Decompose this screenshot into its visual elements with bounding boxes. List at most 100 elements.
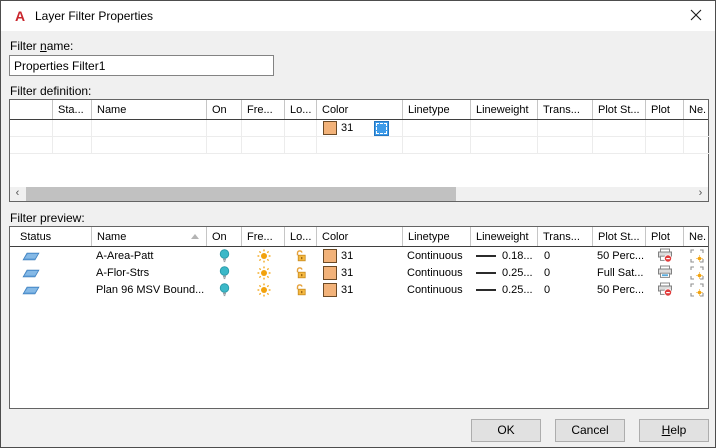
sun-thawed-icon <box>242 264 285 281</box>
preview-col-freeze[interactable]: Fre... <box>242 227 285 246</box>
layer-lineweight-cell: 0.25... <box>471 281 538 298</box>
color-swatch <box>323 248 337 263</box>
scroll-right-arrow-icon[interactable]: › <box>693 187 708 201</box>
focused-cell-indicator[interactable] <box>374 120 389 136</box>
definition-horizontal-scrollbar[interactable]: ‹ › <box>10 187 708 201</box>
definition-col-freeze[interactable]: Fre... <box>242 100 285 119</box>
filter-name-label: Filter name: <box>10 39 74 53</box>
definition-col-selector[interactable] <box>10 100 53 119</box>
definition-col-name[interactable]: Name <box>92 100 207 119</box>
definition-cell[interactable] <box>53 137 92 154</box>
color-value: 31 <box>341 249 354 262</box>
help-button[interactable]: Help <box>639 419 709 442</box>
definition-cell-lineweight[interactable] <box>471 120 538 137</box>
plot-disabled-icon <box>646 247 684 264</box>
filter-name-input[interactable] <box>9 55 274 76</box>
definition-cell-color[interactable]: 31 <box>317 120 403 137</box>
preview-header-row: Status Name On Fre... Lo... Color Linety… <box>10 227 708 247</box>
lock-open-icon <box>285 264 317 281</box>
cancel-button[interactable]: Cancel <box>555 419 625 442</box>
layer-on-cell <box>207 264 242 281</box>
definition-cell-status[interactable] <box>53 120 92 137</box>
new-vp-thawed-icon <box>684 247 710 264</box>
preview-col-lineweight[interactable]: Lineweight <box>471 227 538 246</box>
layer-status-icon <box>22 268 40 278</box>
definition-cell[interactable] <box>593 137 646 154</box>
definition-col-lineweight[interactable]: Lineweight <box>471 100 538 119</box>
lock-open-icon <box>285 281 317 298</box>
preview-col-lock[interactable]: Lo... <box>285 227 317 246</box>
definition-col-lock[interactable]: Lo... <box>285 100 317 119</box>
definition-cell-plot[interactable] <box>646 120 684 137</box>
definition-col-color[interactable]: Color <box>317 100 403 119</box>
definition-col-plotstyle[interactable]: Plot St... <box>593 100 646 119</box>
definition-cell[interactable] <box>242 137 285 154</box>
definition-cell[interactable] <box>684 137 710 154</box>
new-vp-thawed-icon <box>684 281 710 298</box>
lineweight-sample <box>476 254 496 257</box>
definition-row-selector[interactable] <box>10 137 53 154</box>
bulb-on-icon <box>219 282 230 297</box>
layer-name: A-Flor-Strs <box>96 266 150 279</box>
layer-plotstyle: 50 Perc... <box>597 249 645 262</box>
layer-linetype: Continuous <box>407 266 463 279</box>
preview-col-on[interactable]: On <box>207 227 242 246</box>
layer-row[interactable]: Plan 96 MSV Bound... 31 Continuous 0.25.… <box>10 281 708 298</box>
definition-row-selector[interactable] <box>10 120 53 137</box>
layer-filter-properties-dialog: A Layer Filter Properties Filter name: F… <box>0 0 716 448</box>
definition-col-plot[interactable]: Plot <box>646 100 684 119</box>
layer-name: Plan 96 MSV Bound... <box>96 283 205 296</box>
definition-cell[interactable] <box>646 137 684 154</box>
sun-thawed-icon <box>242 247 285 264</box>
preview-col-plotstyle[interactable]: Plot St... <box>593 227 646 246</box>
definition-cell[interactable] <box>92 137 207 154</box>
layer-on-cell <box>207 281 242 298</box>
layer-linetype: Continuous <box>407 249 463 262</box>
preview-col-newvp[interactable]: Ne. <box>684 227 710 246</box>
layer-status-icon <box>22 285 40 295</box>
definition-cell-newvp[interactable] <box>684 120 710 137</box>
definition-cell[interactable] <box>403 137 471 154</box>
definition-cell-freeze[interactable] <box>242 120 285 137</box>
filter-definition-label: Filter definition: <box>10 84 92 98</box>
definition-criteria-row[interactable]: 31 <box>10 120 710 137</box>
close-button[interactable] <box>686 8 706 26</box>
definition-cell[interactable] <box>317 137 403 154</box>
sun-thawed-icon <box>242 281 285 298</box>
definition-cell-linetype[interactable] <box>403 120 471 137</box>
definition-col-transparency[interactable]: Trans... <box>538 100 593 119</box>
definition-col-linetype[interactable]: Linetype <box>403 100 471 119</box>
lineweight-value: 0.25... <box>502 266 533 279</box>
layer-row[interactable]: A-Flor-Strs 31 Continuous 0.25... 0 Full… <box>10 264 708 281</box>
definition-header-row: Sta... Name On Fre... Lo... Color Linety… <box>10 100 708 120</box>
definition-cell-on[interactable] <box>207 120 242 137</box>
layer-row[interactable]: A-Area-Patt 31 Continuous 0.18... 0 50 P… <box>10 247 708 264</box>
layer-transparency: 0 <box>544 283 551 296</box>
ok-button[interactable]: OK <box>471 419 541 442</box>
plot-enabled-icon <box>646 264 684 281</box>
help-label: elp <box>670 423 687 437</box>
definition-cell[interactable] <box>471 137 538 154</box>
scroll-left-arrow-icon[interactable]: ‹ <box>10 187 25 201</box>
preview-col-status[interactable]: Status <box>10 227 92 246</box>
definition-col-on[interactable]: On <box>207 100 242 119</box>
color-swatch <box>323 282 337 297</box>
layer-status-cell <box>10 281 92 298</box>
definition-empty-row[interactable] <box>10 137 710 154</box>
definition-col-status[interactable]: Sta... <box>53 100 92 119</box>
definition-cell-plotstyle[interactable] <box>593 120 646 137</box>
preview-col-linetype[interactable]: Linetype <box>403 227 471 246</box>
preview-col-name[interactable]: Name <box>92 227 207 246</box>
definition-cell[interactable] <box>285 137 317 154</box>
definition-cell[interactable] <box>538 137 593 154</box>
scrollbar-thumb[interactable] <box>26 187 456 201</box>
definition-cell-lock[interactable] <box>285 120 317 137</box>
preview-col-plot[interactable]: Plot <box>646 227 684 246</box>
definition-cell-name[interactable] <box>92 120 207 137</box>
definition-cell[interactable] <box>207 137 242 154</box>
definition-col-newvp[interactable]: Ne. <box>684 100 710 119</box>
preview-col-transparency[interactable]: Trans... <box>538 227 593 246</box>
preview-col-color[interactable]: Color <box>317 227 403 246</box>
close-icon <box>690 9 702 21</box>
definition-cell-transparency[interactable] <box>538 120 593 137</box>
